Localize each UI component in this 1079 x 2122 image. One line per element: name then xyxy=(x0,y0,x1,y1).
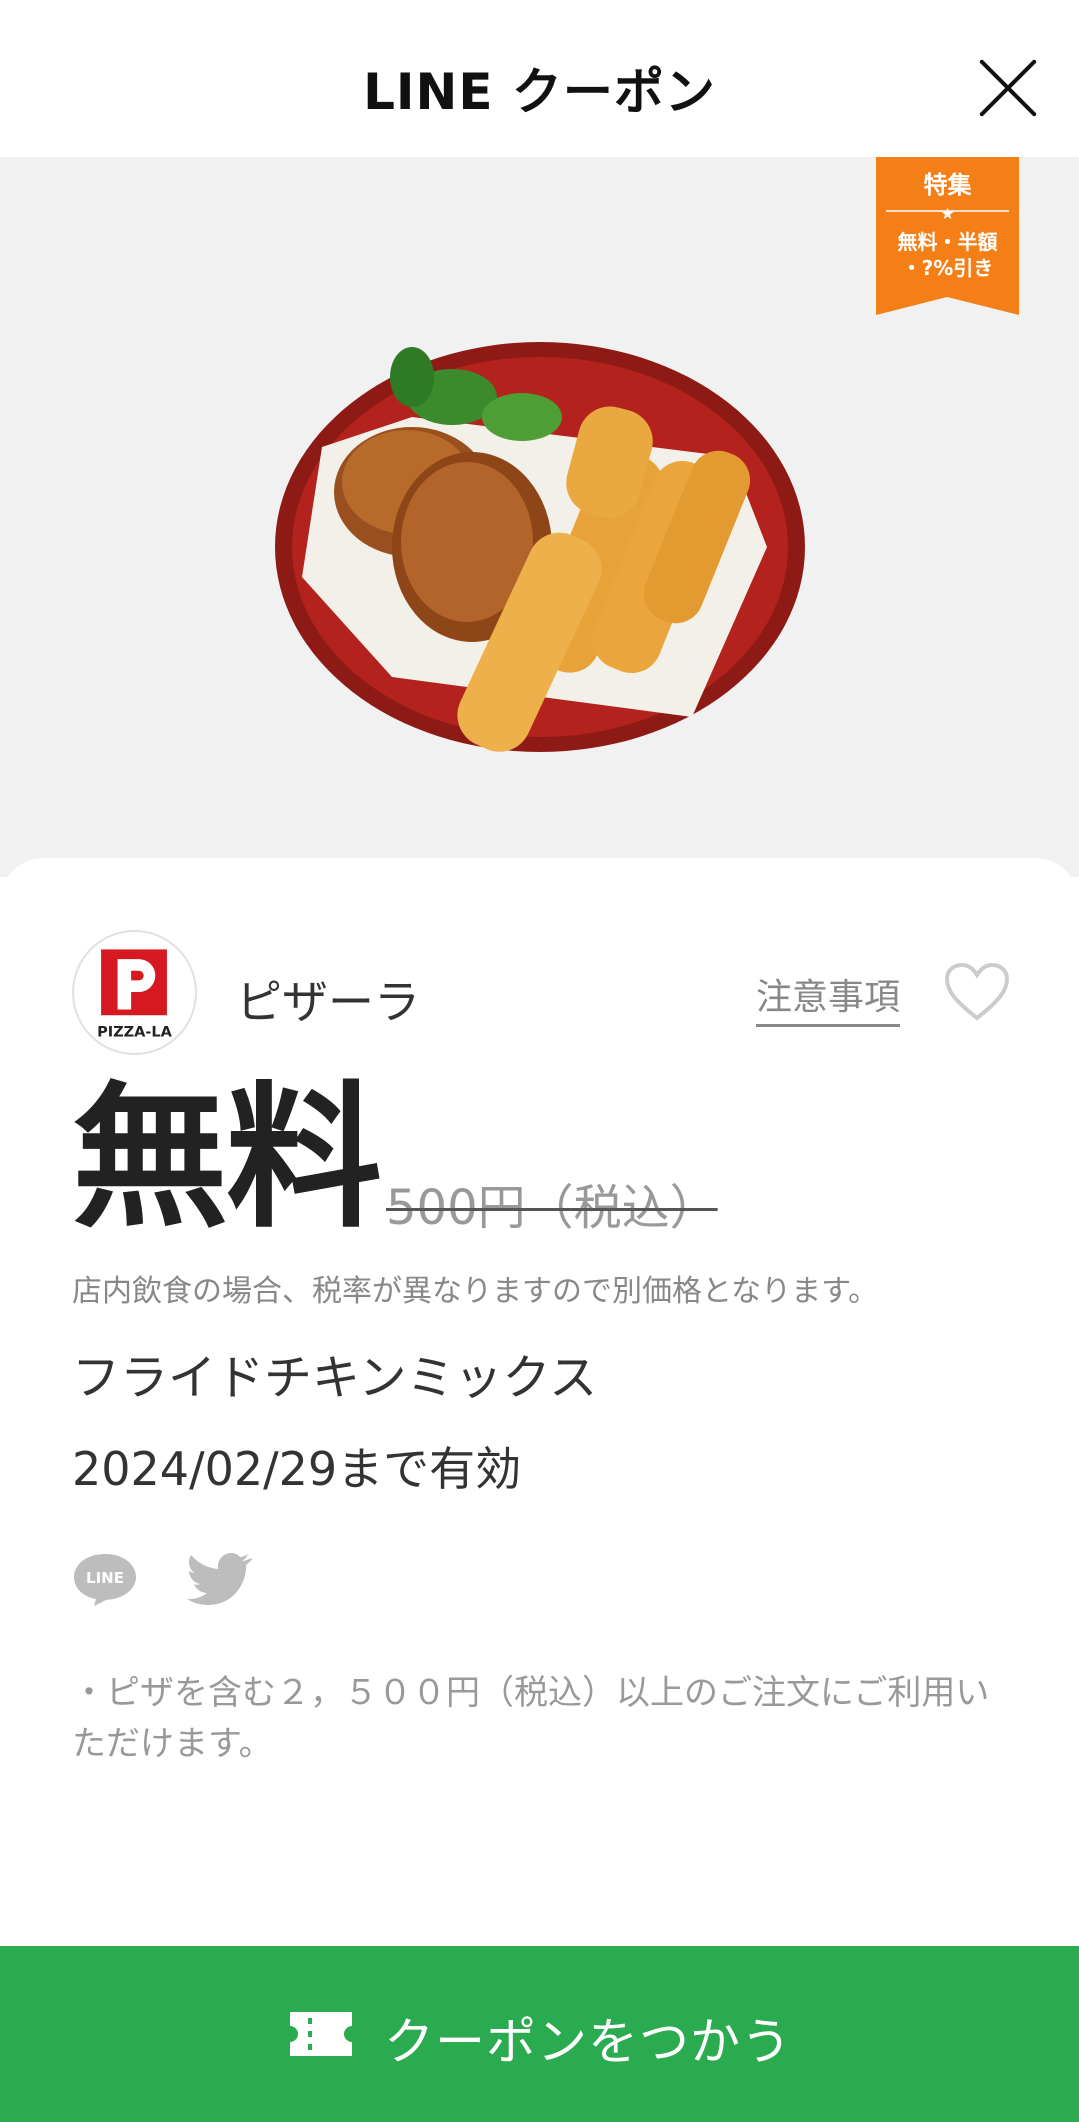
line-icon[interactable]: LINE xyxy=(72,1550,138,1608)
usage-conditions: ・ピザを含む２，５００円（税込）以上のご注文にご利用いただけます。 xyxy=(72,1673,990,1764)
use-coupon-button[interactable]: クーポンをつかう xyxy=(0,1946,1079,2122)
coupon-price: 無料 xyxy=(72,1067,382,1249)
store-name: ピザーラ xyxy=(236,975,420,1029)
coupon-card: PIZZA-LA ピザーラ 注意事項 無料 500円（税込） 店内飲食の場合、税… xyxy=(0,858,1079,1948)
store-logo: PIZZA-LA xyxy=(72,930,197,1055)
ticket-icon xyxy=(290,2012,352,2056)
coupon-food-image xyxy=(275,342,805,752)
coupon-image-area: 特集 ★ 無料・半額 ・?%引き xyxy=(0,157,1079,877)
pizza-la-logo: PIZZA-LA xyxy=(97,949,173,1041)
svg-text:PIZZA-LA: PIZZA-LA xyxy=(97,1025,173,1041)
feature-badge[interactable]: 特集 ★ 無料・半額 ・?%引き xyxy=(876,157,1019,315)
badge-star: ★ xyxy=(940,204,954,223)
original-price: 500円（税込） xyxy=(386,1180,718,1236)
product-name: フライドチキンミックス xyxy=(72,1350,598,1406)
badge-line3: ・?%引き xyxy=(902,256,994,280)
twitter-icon[interactable] xyxy=(186,1550,252,1608)
svg-text:LINE: LINE xyxy=(86,1569,124,1587)
valid-until: 2024/02/29まで有効 xyxy=(72,1442,522,1496)
badge-title: 特集 xyxy=(924,171,973,199)
heart-icon[interactable] xyxy=(944,962,1010,1022)
close-icon[interactable] xyxy=(975,55,1041,121)
app-title: LINE クーポン xyxy=(363,63,716,121)
header: LINE クーポン xyxy=(0,0,1079,157)
badge-line2: 無料・半額 xyxy=(898,230,998,254)
use-coupon-label: クーポンをつかう xyxy=(384,2013,792,2071)
notes-link[interactable]: 注意事項 xyxy=(756,968,901,1027)
tax-note: 店内飲食の場合、税率が異なりますので別価格となります。 xyxy=(72,1274,879,1309)
